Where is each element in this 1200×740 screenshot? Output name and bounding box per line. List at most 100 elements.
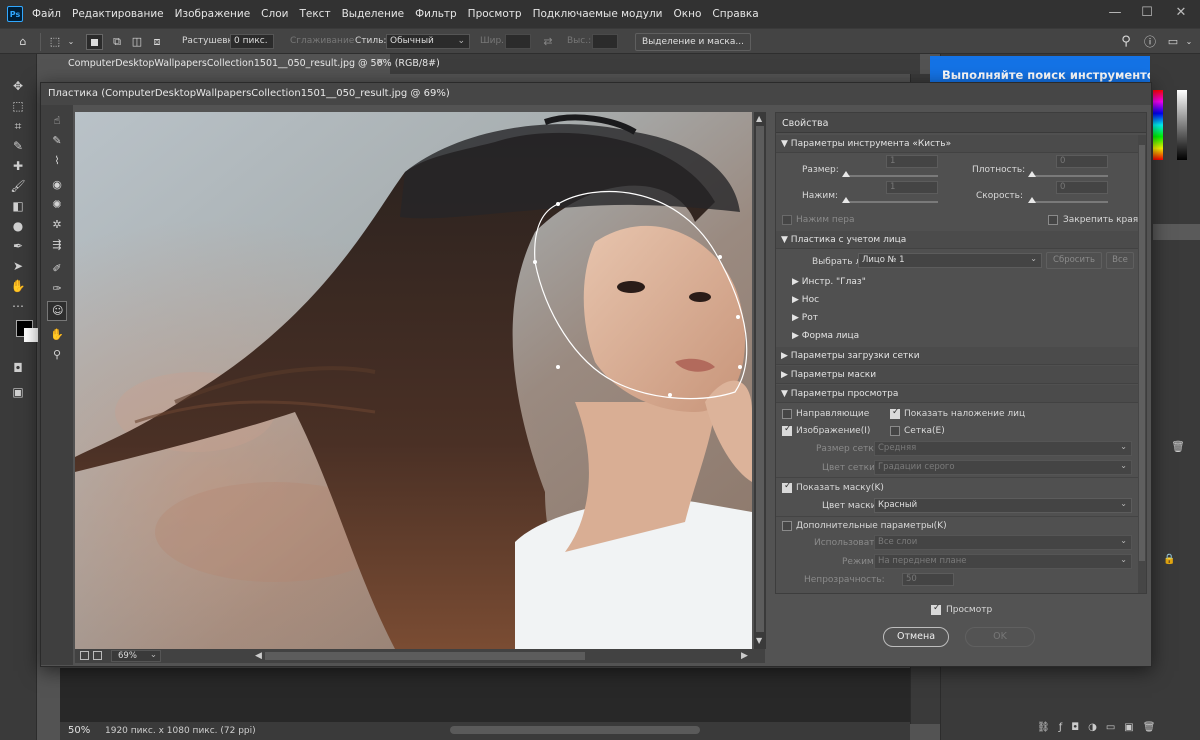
crop-tool-icon[interactable]: ⌗ [9,118,27,134]
eyedropper-tool-icon[interactable]: ✎ [9,138,27,154]
menu-layers[interactable]: Слои [261,8,288,20]
menu-help[interactable]: Справка [712,8,758,20]
smooth-tool-icon[interactable]: ⌇ [49,153,65,169]
reconstruct-tool-icon[interactable]: ✎ [49,133,65,149]
subsection-face-shape[interactable]: ▶ Форма лица [792,331,859,341]
subsection-eyes[interactable]: ▶ Инстр. "Глаз" [792,277,866,287]
move-tool-icon[interactable]: ✥ [9,78,27,94]
density-slider[interactable] [1032,175,1108,177]
hue-strip[interactable] [1153,90,1163,160]
mesh-color-select[interactable]: Градации серого ⌄ [874,460,1132,475]
section-face-aware[interactable]: ▼ Пластика с учетом лица [776,231,1138,249]
menu-file[interactable]: Файл [32,8,61,20]
image-checkbox[interactable] [782,424,792,436]
mask-color-select[interactable]: Красный ⌄ [874,498,1132,513]
rect-marquee-icon[interactable]: ⬚ [48,35,62,49]
antialias-label[interactable]: Сглаживание [290,36,354,46]
pucker-tool-icon[interactable]: ✺ [49,197,65,213]
rate-slider-thumb[interactable] [1028,197,1036,203]
pin-edges-checkbox[interactable] [1048,215,1058,225]
hand-tool-icon[interactable]: ✋ [49,327,65,343]
section-brush-options[interactable]: ▼ Параметры инструмента «Кисть» [776,135,1138,153]
show-mask-checkbox[interactable] [782,481,792,493]
scroll-up-icon[interactable]: ▲ [756,114,764,124]
scroll-right-icon[interactable]: ▶ [741,651,748,661]
menu-edit[interactable]: Редактирование [72,8,164,20]
add-selection-icon[interactable]: ⧉ [110,35,124,49]
menu-filter[interactable]: Фильтр [415,8,457,20]
subsection-mouth[interactable]: ▶ Рот [792,313,818,323]
eraser-tool-icon[interactable]: ◧ [9,198,27,214]
scroll-left-icon[interactable]: ◀ [255,651,262,661]
pressure-input[interactable]: 1 [886,181,938,194]
home-icon[interactable]: ⌂ [16,35,30,49]
push-left-tool-icon[interactable]: ⇶ [49,237,65,253]
screen-mode-icon[interactable]: ▣ [9,384,27,400]
menu-select[interactable]: Выделение [342,8,405,20]
close-tab-icon[interactable]: ✕ [376,57,384,68]
thaw-mask-tool-icon[interactable]: ✑ [49,281,65,297]
size-input[interactable]: 1 [886,155,938,168]
horizontal-scroll-thumb[interactable] [265,652,585,660]
section-load-mesh[interactable]: ▶ Параметры загрузки сетки [776,347,1138,365]
close-icon[interactable]: ✕ [1164,0,1198,24]
zoom-tool-icon[interactable]: ⚲ [49,347,65,363]
hand-tool-icon[interactable]: ✋ [9,278,27,294]
density-slider-thumb[interactable] [1028,171,1036,177]
subsection-nose[interactable]: ▶ Нос [792,295,819,305]
reset-face-button[interactable]: Сбросить [1046,252,1102,269]
use-select[interactable]: Все слои ⌄ [874,535,1132,550]
bloat-tool-icon[interactable]: ✲ [49,217,65,233]
maximize-icon[interactable]: ☐ [1130,0,1164,24]
width-input[interactable] [505,34,531,49]
photoshop-logo[interactable]: Ps [7,6,23,22]
twirl-tool-icon[interactable]: ◉ [49,177,65,193]
liquify-canvas[interactable] [75,112,752,649]
layer-row[interactable] [1153,224,1200,240]
pressure-slider-thumb[interactable] [842,197,850,203]
brightness-strip[interactable] [1177,90,1187,160]
new-selection-icon[interactable] [86,34,103,50]
brush-tool-icon[interactable]: 🖌 [9,178,27,194]
path-selection-tool-icon[interactable]: ➤ [9,258,27,274]
trash-icon[interactable]: 🗑 [1171,440,1185,453]
layer-actions[interactable]: ⛓ƒ◘◑▭▣🗑 [1037,722,1164,733]
select-and-mask-button[interactable]: Выделение и маска... [635,33,751,51]
style-select[interactable]: Обычный ⌄ [386,34,470,49]
background-color-swatch[interactable] [24,328,38,342]
all-faces-button[interactable]: Все [1106,252,1134,269]
freeze-mask-tool-icon[interactable]: ✐ [49,261,65,277]
chevron-down-icon[interactable]: ⌄ [1182,35,1196,49]
extra-options-checkbox[interactable] [782,521,792,531]
scroll-thumb[interactable] [756,126,764,632]
document-tab[interactable]: ComputerDesktopWallpapersCollection1501_… [60,54,440,74]
mode-select[interactable]: На переднем плане ⌄ [874,554,1132,569]
select-face-dropdown[interactable]: Лицо № 1 ⌄ [858,253,1042,268]
menu-view[interactable]: Просмотр [468,8,522,20]
workspace-icon[interactable]: ▭ [1166,35,1180,49]
ok-button[interactable]: OK [965,627,1035,647]
feather-input[interactable]: 0 пикс. [230,34,274,49]
height-input[interactable] [592,34,618,49]
cancel-button[interactable]: Отмена [883,627,949,647]
menu-window[interactable]: Окно [674,8,702,20]
density-input[interactable]: 0 [1056,155,1108,168]
size-slider[interactable] [846,175,938,177]
menu-image[interactable]: Изображение [175,8,251,20]
properties-scroll-thumb[interactable] [1139,145,1145,561]
zoom-level[interactable]: 50% [68,725,90,736]
size-slider-thumb[interactable] [842,171,850,177]
menu-type[interactable]: Текст [299,8,330,20]
horizontal-scrollbar[interactable] [450,726,700,734]
forward-warp-tool-icon[interactable]: ☝ [49,113,65,129]
preview-checkbox[interactable] [931,603,941,615]
quick-mask-icon[interactable]: ◘ [9,360,27,376]
section-view[interactable]: ▼ Параметры просмотра [776,385,1138,403]
mesh-checkbox[interactable] [890,426,900,436]
swap-icon[interactable]: ⇄ [541,35,555,49]
dodge-tool-icon[interactable]: ● [9,218,27,234]
view-split-icon[interactable] [93,651,102,660]
view-mode-icon[interactable] [80,651,89,660]
rate-slider[interactable] [1032,201,1108,203]
more-tools-icon[interactable]: ⋯ [9,298,27,314]
